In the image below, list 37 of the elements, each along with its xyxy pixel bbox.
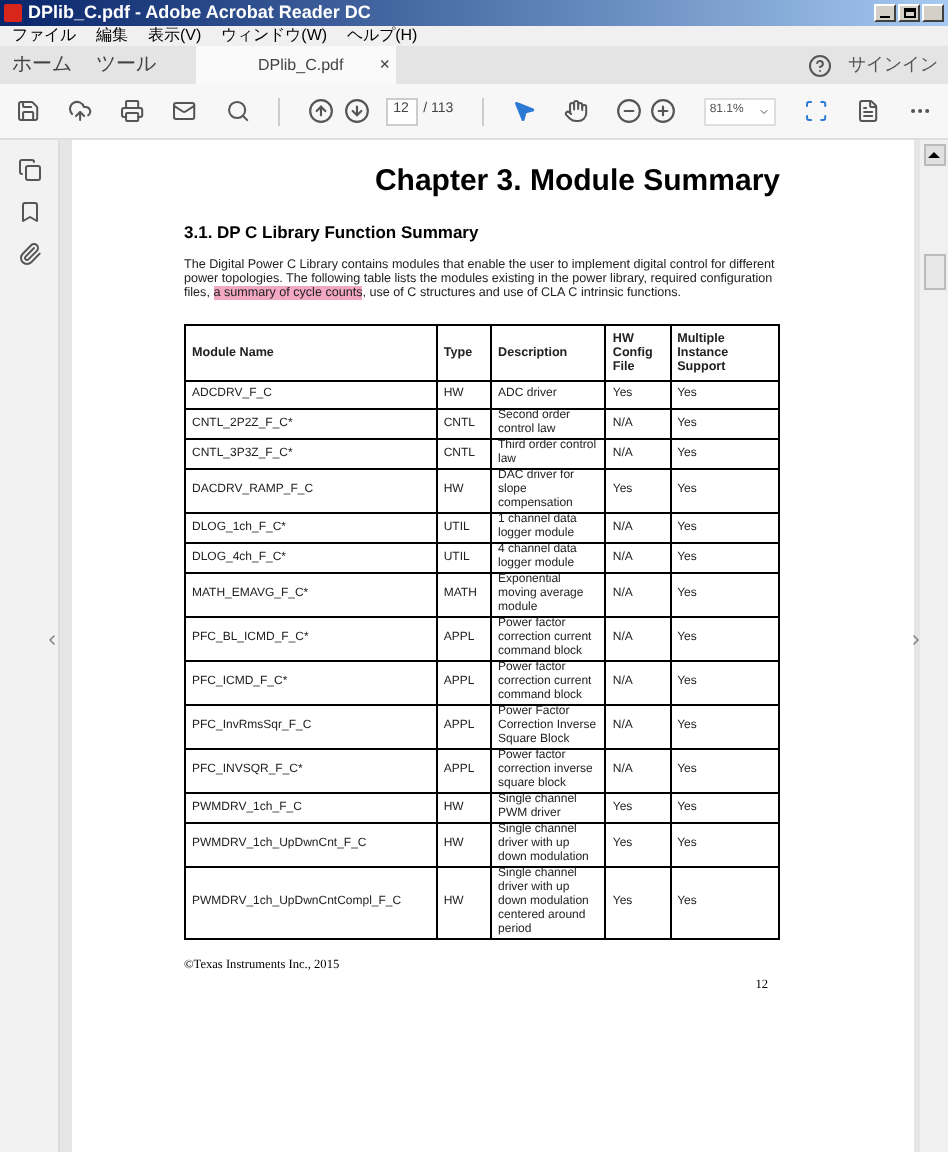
menu-item[interactable]: ウィンドウ(W): [221, 28, 328, 44]
save-icon[interactable]: [16, 98, 41, 124]
next-page-icon[interactable]: [343, 98, 370, 124]
minimize-button[interactable]: [874, 4, 896, 22]
paperclip-icon[interactable]: [17, 242, 41, 266]
zoom-in-icon[interactable]: [649, 98, 676, 124]
document-tab-label: DPlib_C.pdf: [258, 53, 344, 77]
menu-item[interactable]: ヘルプ(H): [347, 28, 418, 44]
hand-icon[interactable]: [563, 98, 588, 124]
pages-icon[interactable]: [17, 158, 41, 182]
close-tab-button[interactable]: ×: [379, 51, 390, 79]
sign-in-link[interactable]: サインイン: [848, 51, 938, 79]
page-icon[interactable]: [855, 98, 880, 124]
chapter-heading: Chapter 3. Module Summary: [374, 164, 780, 202]
bookmark-icon[interactable]: [17, 200, 41, 224]
window-title: DPlib_C.pdf - Adobe Acrobat Reader DC: [28, 4, 371, 22]
maximize-button[interactable]: [898, 4, 920, 22]
document-tab[interactable]: DPlib_C.pdf ×: [196, 46, 396, 84]
fit-page-icon[interactable]: [803, 98, 828, 124]
search-icon[interactable]: [225, 98, 250, 124]
menu-item[interactable]: 表示(V): [148, 28, 202, 44]
close-button[interactable]: [922, 4, 944, 22]
app-icon: [4, 4, 22, 22]
pointer-icon[interactable]: [511, 98, 536, 124]
mail-icon[interactable]: [172, 98, 197, 124]
help-icon[interactable]: [808, 53, 832, 77]
nav-tab[interactable]: ツール: [84, 46, 168, 84]
zoom-out-icon[interactable]: [615, 98, 642, 124]
section-heading: 3.1. DP C Library Function Summary: [184, 219, 481, 245]
expand-icon[interactable]: [908, 632, 924, 648]
collapse-icon[interactable]: [44, 632, 60, 648]
cloud-upload-icon[interactable]: [68, 98, 93, 124]
previous-page-icon[interactable]: [307, 98, 334, 124]
menu-item[interactable]: 編集: [96, 28, 128, 44]
printer-icon[interactable]: [120, 98, 145, 124]
nav-tab[interactable]: ホーム: [0, 46, 84, 84]
menu-item[interactable]: ファイル: [12, 28, 76, 44]
